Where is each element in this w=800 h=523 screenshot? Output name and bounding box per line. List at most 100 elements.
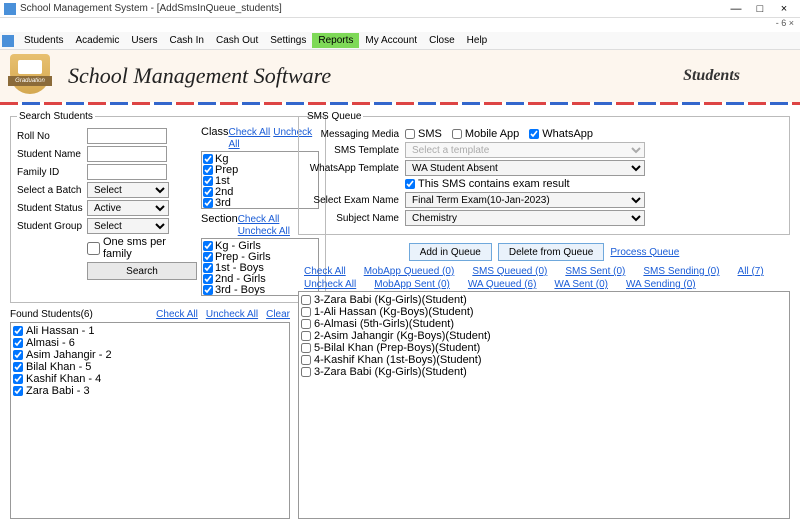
wa-sent-link[interactable]: WA Sent (0) <box>554 279 608 290</box>
queue-item-checkbox[interactable] <box>301 295 311 305</box>
roll-input[interactable] <box>87 128 167 144</box>
search-legend: Search Students <box>17 111 95 122</box>
found-item-checkbox[interactable] <box>13 374 23 384</box>
queue-item-checkbox[interactable] <box>301 331 311 341</box>
sms-queue-group: SMS Queue Messaging Media SMS Mobile App… <box>298 111 790 235</box>
q-uncheckall-link[interactable]: Uncheck All <box>304 279 356 290</box>
sms-queued-link[interactable]: SMS Queued (0) <box>472 266 547 277</box>
app-icon <box>4 3 16 15</box>
queue-item-checkbox[interactable] <box>301 343 311 353</box>
roll-label: Roll No <box>17 131 87 142</box>
menu-reports[interactable]: Reports <box>312 33 359 48</box>
section-checkall-link[interactable]: Check All <box>238 214 280 225</box>
class-item-checkbox[interactable] <box>203 198 213 208</box>
status-select[interactable]: Active <box>87 200 169 216</box>
group-select[interactable]: Select <box>87 218 169 234</box>
found-item-checkbox[interactable] <box>13 326 23 336</box>
menu-settings[interactable]: Settings <box>264 33 312 48</box>
found-listbox[interactable]: Ali Hassan - 1Almasi - 6Asim Jahangir - … <box>10 322 290 519</box>
class-item-checkbox[interactable] <box>203 176 213 186</box>
status-label: Student Status <box>17 203 87 214</box>
section-item-checkbox[interactable] <box>203 285 213 295</box>
found-clear-link[interactable]: Clear <box>266 309 290 320</box>
class-item-checkbox[interactable] <box>203 154 213 164</box>
banner: Graduation School Management Software St… <box>0 50 800 102</box>
delete-queue-button[interactable]: Delete from Queue <box>498 243 605 261</box>
titlebar: School Management System - [AddSmsInQueu… <box>0 0 800 18</box>
section-item-checkbox[interactable] <box>203 263 213 273</box>
batch-label: Select a Batch <box>17 185 87 196</box>
subject-select[interactable]: Chemistry <box>405 210 645 226</box>
onesms-checkbox[interactable] <box>87 242 100 255</box>
menu-close[interactable]: Close <box>423 33 461 48</box>
menu-help[interactable]: Help <box>461 33 494 48</box>
found-item-label: Zara Babi - 3 <box>26 385 90 397</box>
exam-label: Select Exam Name <box>305 195 405 206</box>
family-input[interactable] <box>87 164 167 180</box>
search-button[interactable]: Search <box>87 262 197 280</box>
mobapp-sent-link[interactable]: MobApp Sent (0) <box>374 279 450 290</box>
maximize-button[interactable]: □ <box>748 3 772 15</box>
section-item-checkbox[interactable] <box>203 252 213 262</box>
queue-item-checkbox[interactable] <box>301 367 311 377</box>
wa-queued-link[interactable]: WA Queued (6) <box>468 279 537 290</box>
close-button[interactable]: × <box>772 3 796 15</box>
menu-students[interactable]: Students <box>18 33 69 48</box>
found-item-label: Ali Hassan - 1 <box>26 325 94 337</box>
found-item-label: Almasi - 6 <box>26 337 75 349</box>
menu-icon <box>2 35 14 47</box>
menu-cash-out[interactable]: Cash Out <box>210 33 264 48</box>
found-item-label: Asim Jahangir - 2 <box>26 349 112 361</box>
exam-checkbox[interactable] <box>405 179 415 189</box>
queue-item-checkbox[interactable] <box>301 307 311 317</box>
template-select: Select a template <box>405 142 645 158</box>
found-item-checkbox[interactable] <box>13 386 23 396</box>
media-label: Messaging Media <box>305 129 405 140</box>
mdi-controls[interactable]: - 6 × <box>0 18 800 32</box>
name-input[interactable] <box>87 146 167 162</box>
add-queue-button[interactable]: Add in Queue <box>409 243 492 261</box>
minimize-button[interactable]: — <box>724 3 748 15</box>
all-link[interactable]: All (7) <box>738 266 764 277</box>
wa-sending-link[interactable]: WA Sending (0) <box>626 279 696 290</box>
class-item-checkbox[interactable] <box>203 187 213 197</box>
class-checkall-link[interactable]: Check All <box>229 127 271 138</box>
found-uncheckall-link[interactable]: Uncheck All <box>206 309 258 320</box>
sms-sending-link[interactable]: SMS Sending (0) <box>643 266 719 277</box>
mobapp-queued-link[interactable]: MobApp Queued (0) <box>364 266 455 277</box>
exam-select[interactable]: Final Term Exam(10-Jan-2023) <box>405 192 645 208</box>
queue-item-label: 5-Bilal Khan (Prep-Boys)(Student) <box>314 342 480 354</box>
section-item-checkbox[interactable] <box>203 241 213 251</box>
process-queue-link[interactable]: Process Queue <box>610 247 679 258</box>
found-item-checkbox[interactable] <box>13 338 23 348</box>
queue-item-checkbox[interactable] <box>301 319 311 329</box>
menu-cash-in[interactable]: Cash In <box>164 33 210 48</box>
section-uncheckall-link[interactable]: Uncheck All <box>238 226 290 237</box>
found-item-checkbox[interactable] <box>13 362 23 372</box>
whatsapp-checkbox[interactable] <box>529 129 539 139</box>
mobile-checkbox[interactable] <box>452 129 462 139</box>
section-item-checkbox[interactable] <box>203 274 213 284</box>
menu-my-account[interactable]: My Account <box>359 33 423 48</box>
logo: Graduation <box>10 54 58 98</box>
found-checkall-link[interactable]: Check All <box>156 309 198 320</box>
logo-ribbon: Graduation <box>8 76 52 86</box>
menu-academic[interactable]: Academic <box>69 33 125 48</box>
sms-checkbox[interactable] <box>405 129 415 139</box>
wa-template-select[interactable]: WA Student Absent <box>405 160 645 176</box>
app-title: School Management Software <box>68 63 331 89</box>
menu-users[interactable]: Users <box>125 33 163 48</box>
menubar: StudentsAcademicUsersCash InCash OutSett… <box>0 32 800 50</box>
class-item-checkbox[interactable] <box>203 165 213 175</box>
q-checkall-link[interactable]: Check All <box>304 266 346 277</box>
batch-select[interactable]: Select <box>87 182 169 198</box>
queue-listbox[interactable]: 3-Zara Babi (Kg-Girls)(Student)1-Ali Has… <box>298 291 790 519</box>
sms-sent-link[interactable]: SMS Sent (0) <box>565 266 625 277</box>
section-item-label: 3rd - Boys <box>215 284 265 296</box>
queue-item-label: 3-Zara Babi (Kg-Girls)(Student) <box>314 294 467 306</box>
queue-item-label: 6-Almasi (5th-Girls)(Student) <box>314 318 454 330</box>
queue-item-checkbox[interactable] <box>301 355 311 365</box>
window-title: School Management System - [AddSmsInQueu… <box>20 3 724 14</box>
family-label: Family ID <box>17 167 87 178</box>
found-item-checkbox[interactable] <box>13 350 23 360</box>
